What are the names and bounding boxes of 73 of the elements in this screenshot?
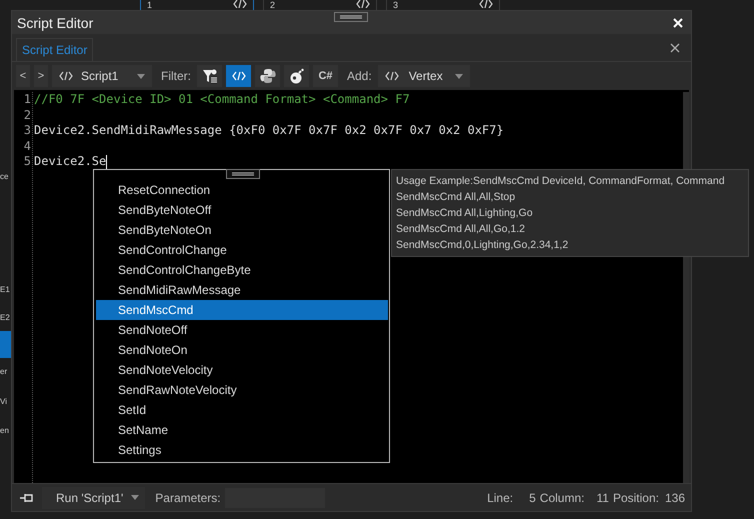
script-dropdown[interactable]: Script1 (52, 65, 152, 87)
pin-icon (20, 492, 34, 502)
completion-item[interactable]: Settings (96, 440, 388, 460)
side-item[interactable]: en (0, 421, 11, 441)
line-label: Line: (487, 490, 514, 504)
code-line: Device2.Se (34, 154, 106, 170)
completion-item[interactable]: ResetConnection (96, 180, 388, 200)
tab[interactable]: Script Editor (16, 38, 94, 61)
window-title: Script Editor (17, 14, 94, 30)
caret-icon (137, 74, 145, 78)
side-item[interactable]: E2 (0, 308, 11, 328)
completion-item[interactable]: SendByteNoteOff (96, 200, 388, 220)
python-icon (260, 68, 276, 84)
close-button[interactable] (669, 42, 681, 54)
filter-icon (202, 68, 218, 84)
code-line: Device2.SendMidiRawMessage {0xF0 0x7F 0x7F 0x2 0x7F 0x7 0x2 0xF7} (34, 123, 504, 138)
tooltip-text: SendMscCmd All,Lighting,Go (396, 206, 533, 221)
filter-button[interactable] (226, 65, 251, 87)
column-value: 11 (596, 490, 609, 504)
bomb-icon (288, 68, 304, 84)
parameters-label: Parameters: (155, 490, 221, 504)
line-number: 4 (22, 138, 32, 154)
tooltip-text: SendMscCmd All,All,Stop (396, 190, 516, 205)
filter-label: Filter: (161, 69, 191, 83)
completion-item[interactable]: SendMidiRawMessage (96, 280, 388, 300)
position-label: Position: (612, 490, 659, 504)
code-icon (233, 0, 247, 8)
side-item[interactable]: ce (0, 167, 11, 187)
add-dropdown[interactable]: Vertex (378, 65, 470, 87)
line-number: 3 (22, 123, 32, 138)
filter-button[interactable]: C# (313, 65, 338, 87)
completion-item[interactable]: SendMscCmd (96, 300, 388, 320)
filter-button[interactable] (197, 65, 222, 87)
filter-button[interactable] (284, 65, 309, 87)
side-item[interactable]: E1 (0, 280, 11, 300)
close-button[interactable] (671, 16, 685, 30)
line-number: 2 (22, 108, 32, 123)
run-button[interactable]: Run 'Script1' (42, 486, 146, 508)
code-comment: //F0 7F <Device ID> 01 <Command Format> <Command> F7 (34, 92, 410, 108)
grip-icon (226, 169, 260, 179)
completion-item[interactable]: SendRawNoteVelocity (96, 380, 388, 400)
completion-item[interactable]: SendNoteVelocity (96, 360, 388, 380)
line-value: 5 (529, 490, 536, 504)
completion-list[interactable]: ResetConnection SendByteNoteOff SendByteNoteOn SendControlChange SendControlChangeByte SendMidiRawMessage SendMscCmd SendNoteOff SendNoteOn SendNoteVelocity SendRawNoteVelocity SetId SetName Settings (93, 169, 390, 463)
completion-item[interactable]: SendNoteOn (96, 340, 388, 360)
completion-item[interactable]: SendByteNoteOn (96, 220, 388, 240)
code-icon (479, 0, 493, 8)
caret-icon (454, 74, 463, 78)
tooltip-text: Usage Example:SendMscCmd DeviceId, CommandFormat, Command (396, 174, 725, 189)
add-label: Add: (347, 69, 372, 83)
tooltip-text: SendMscCmd All,All,Go,1.2 (396, 222, 525, 237)
code-icon (232, 71, 246, 81)
completion-item[interactable]: SendNoteOff (96, 320, 388, 340)
line-number: 5 (22, 154, 32, 170)
side-item[interactable]: er (0, 362, 11, 382)
completion-item[interactable]: SetName (96, 420, 388, 440)
nav-button[interactable]: < (16, 65, 30, 87)
grip-icon (334, 12, 368, 22)
line-number: 1 (22, 92, 32, 108)
text-cursor (106, 154, 108, 169)
code-icon (384, 71, 399, 81)
completion-item[interactable]: SendControlChange (96, 240, 388, 260)
filter-button[interactable] (255, 65, 280, 87)
nav-button[interactable]: > (34, 65, 48, 87)
code-icon (356, 0, 370, 8)
tooltip-text: SendMscCmd,0,Lighting,Go,2.34,1,2 (396, 238, 568, 253)
side-item[interactable]: Vi (0, 392, 11, 412)
column-label: Column: (540, 490, 584, 504)
caret-icon (131, 495, 140, 500)
completion-item[interactable]: SendControlChangeByte (96, 260, 388, 280)
code-icon (59, 71, 73, 81)
completion-item[interactable]: SetId (96, 400, 388, 420)
position-value: 136 (664, 490, 685, 504)
